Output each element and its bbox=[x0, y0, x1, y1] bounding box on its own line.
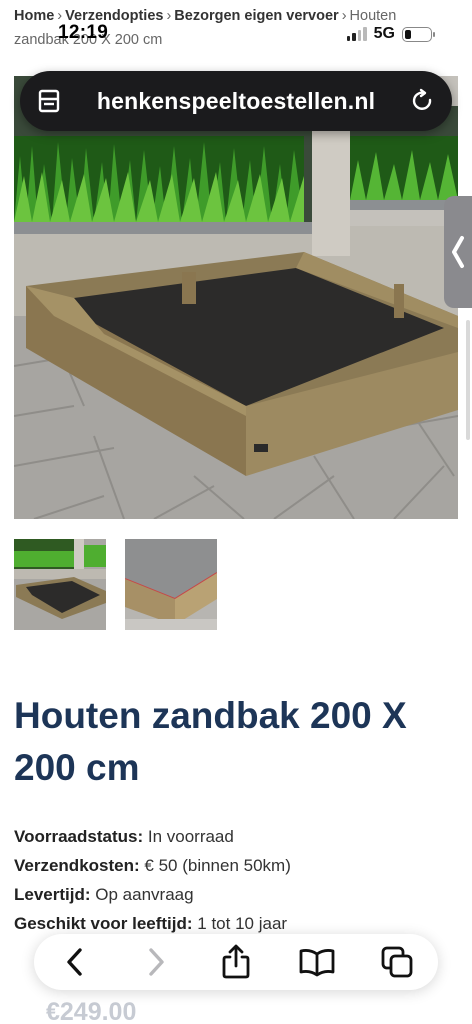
reload-icon[interactable] bbox=[410, 88, 436, 114]
detail-label: Levertijd: bbox=[14, 885, 91, 904]
breadcrumb-bezorgen[interactable]: Bezorgen eigen vervoer bbox=[174, 8, 338, 24]
detail-stock-status: Voorraadstatus: In voorraad bbox=[14, 822, 454, 851]
scrollbar[interactable] bbox=[466, 320, 470, 440]
detail-label: Voorraadstatus: bbox=[14, 827, 144, 846]
detail-shipping-cost: Verzendkosten: € 50 (binnen 50km) bbox=[14, 851, 454, 880]
detail-delivery-time: Levertijd: Op aanvraag bbox=[14, 880, 454, 909]
status-indicators: 5G bbox=[346, 25, 435, 43]
detail-value: 1 tot 10 jaar bbox=[197, 914, 288, 933]
share-icon bbox=[222, 944, 250, 979]
tabs-overview-icon bbox=[381, 946, 413, 978]
tabs-icon[interactable] bbox=[36, 88, 62, 114]
product-details: Voorraadstatus: In voorraad Verzendkoste… bbox=[14, 822, 454, 938]
battery-icon bbox=[402, 26, 435, 42]
chevron-left-icon bbox=[67, 948, 82, 976]
detail-value: Op aanvraag bbox=[95, 885, 194, 904]
breadcrumb-home[interactable]: Home bbox=[14, 8, 54, 24]
side-panel-handle[interactable] bbox=[444, 196, 472, 308]
detail-value: In voorraad bbox=[147, 827, 234, 846]
share-button[interactable] bbox=[217, 943, 255, 981]
forward-button[interactable] bbox=[137, 943, 175, 981]
chevron-left-icon bbox=[452, 236, 464, 268]
breadcrumb-separator: › bbox=[166, 8, 172, 24]
detail-label: Geschikt voor leeftijd: bbox=[14, 914, 193, 933]
status-time: 12:19 bbox=[58, 22, 109, 43]
network-label: 5G bbox=[373, 25, 395, 42]
signal-icon bbox=[346, 27, 367, 41]
breadcrumb-separator: › bbox=[341, 8, 347, 24]
chevron-right-icon bbox=[148, 948, 164, 976]
detail-label: Verzendkosten: bbox=[14, 856, 140, 875]
product-thumbnail[interactable] bbox=[14, 539, 106, 630]
back-button[interactable] bbox=[56, 943, 94, 981]
tabs-overview-button[interactable] bbox=[378, 943, 416, 981]
url-domain[interactable]: henkenspeeltoestellen.nl bbox=[62, 88, 410, 115]
book-icon bbox=[299, 949, 334, 977]
product-title: Houten zandbak 200 X 200 cm bbox=[14, 695, 407, 788]
bookmarks-button[interactable] bbox=[298, 943, 336, 981]
browser-toolbar bbox=[34, 934, 438, 990]
product-main-image[interactable] bbox=[14, 76, 458, 519]
detail-value: € 50 (binnen 50km) bbox=[144, 856, 291, 875]
url-bar[interactable]: henkenspeeltoestellen.nl bbox=[20, 71, 452, 131]
product-price: €249.00 bbox=[46, 998, 137, 1024]
product-thumbnail[interactable] bbox=[125, 539, 217, 630]
